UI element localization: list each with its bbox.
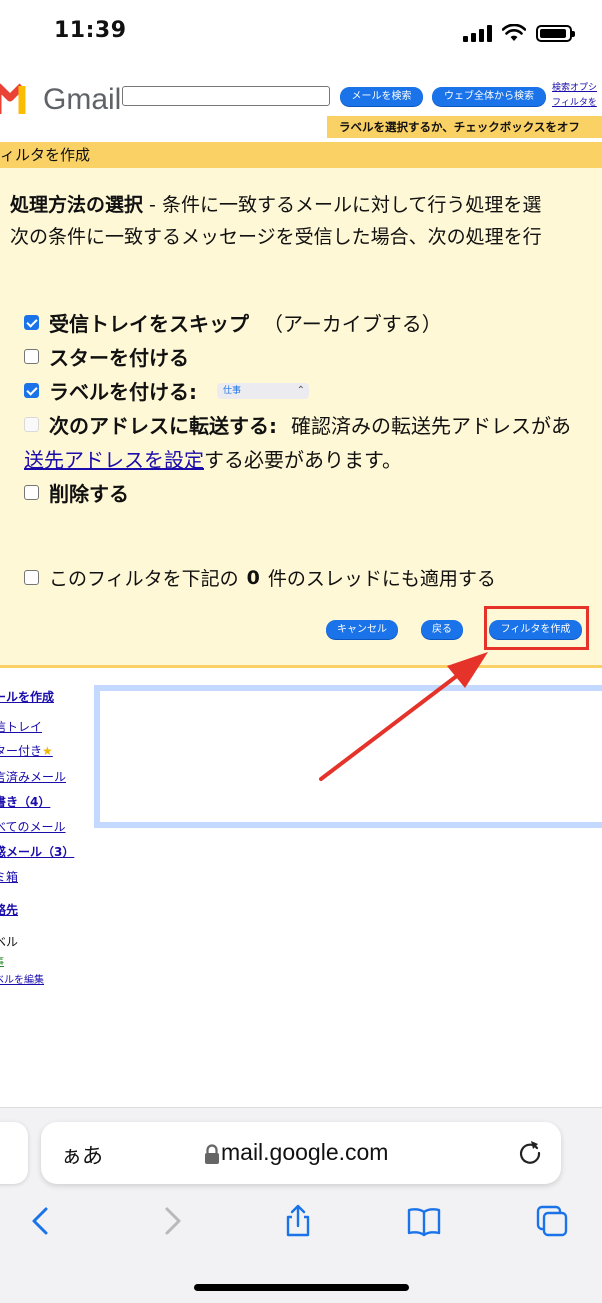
cancel-button[interactable]: キャンセル [326,620,398,639]
reload-icon[interactable] [517,1139,543,1165]
apply-label-checkbox[interactable] [24,383,39,398]
action-heading-rest: - 条件に一致するメールに対して行う処理を選 [143,194,542,216]
apply-count: 0 [246,566,260,589]
bookmarks-icon[interactable] [407,1204,441,1238]
apply-label-label: ラベルを付ける: [49,380,197,404]
forward-icon[interactable] [155,1204,189,1238]
hint-bar: ラベルを選択するか、チェックボックスをオフ [327,116,602,138]
label-work-link[interactable]: 事 [0,953,4,968]
forward-checkbox[interactable] [24,417,39,432]
skip-inbox-label: 受信トレイをスキップ [49,312,249,336]
home-indicator [194,1284,409,1291]
option-skip-inbox[interactable]: 受信トレイをスキップ （アーカイブする） [24,308,442,337]
option-star[interactable]: スターを付ける [24,342,189,371]
apply-existing-option[interactable]: このフィルタを下記の 0 件のスレッドにも適用する [24,564,496,591]
action-heading: 処理方法の選択 - 条件に一致するメールに対して行う処理を選 [10,190,541,217]
url-text: mail.google.com [221,1139,389,1165]
status-icons [463,22,575,44]
message-preview-frame [94,685,602,828]
share-icon[interactable] [281,1204,315,1238]
filter-title-bar: ィルタを作成 [0,142,602,168]
all-mail-link[interactable]: べてのメール [0,818,66,835]
starred-link[interactable]: ター付き★ [0,742,53,759]
address-bar[interactable]: ぁあ mail.google.com [41,1122,561,1184]
gmail-logo-icon [0,83,26,114]
search-web-button[interactable]: ウェブ全体から検索 [432,87,546,106]
sent-link[interactable]: 言済みメール [0,768,66,785]
gmail-wordmark: Gmail [43,83,122,116]
apply-suffix: 件のスレッドにも適用する [267,568,496,590]
back-button[interactable]: 戻る [421,620,463,639]
label-select[interactable]: 仕事 ⌃ [217,382,309,399]
labels-heading: ベル [0,935,19,949]
previous-tab-card[interactable] [0,1122,28,1184]
starred-label: ター付き [0,744,43,758]
highlight-box [484,606,589,650]
star-icon: ★ [42,744,53,758]
filter-panel: 処理方法の選択 - 条件に一致するメールに対して行う処理を選 次の条件に一致する… [0,168,602,668]
skip-inbox-sub: （アーカイブする） [263,312,442,336]
search-input[interactable] [122,86,330,106]
gmail-header: Gmail メールを検索 ウェブ全体から検索 検索オプシ フィルタを ラベルを選… [0,64,602,142]
tabs-icon[interactable] [535,1204,569,1238]
option-apply-label[interactable]: ラベルを付ける: 仕事 ⌃ [24,376,309,405]
delete-label: 削除する [49,482,129,506]
cellular-signal-icon [463,24,492,42]
search-mail-button[interactable]: メールを検索 [340,87,423,106]
option-forward[interactable]: 次のアドレスに転送する: 確認済みの転送先アドレスがあ [24,410,571,439]
compose-link[interactable]: ールを作成 [0,688,54,705]
battery-icon [536,24,575,42]
contacts-link[interactable]: 絡先 [0,901,18,918]
trash-link[interactable]: ミ箱 [0,868,18,885]
safari-bottom-bar: ぁあ mail.google.com [0,1107,602,1303]
skip-inbox-checkbox[interactable] [24,315,39,330]
forward-sub: 確認済みの転送先アドレスがあ [291,414,571,438]
inbox-link[interactable]: 信トレイ [0,718,42,735]
delete-checkbox[interactable] [24,485,39,500]
forward-note-rest: する必要があります。 [204,448,402,472]
chevron-updown-icon: ⌃ [296,384,305,396]
condition-text: 次の条件に一致するメッセージを受信した場合、次の処理を行 [10,226,542,248]
spam-link[interactable]: 惑メール（3） [0,843,74,860]
create-filter-link[interactable]: フィルタを [552,96,597,111]
option-delete[interactable]: 削除する [24,478,129,507]
star-label: スターを付ける [49,346,189,370]
star-checkbox[interactable] [24,349,39,364]
action-heading-bold: 処理方法の選択 [10,194,144,216]
status-time: 11:39 [54,18,127,43]
apply-prefix: このフィルタを下記の [49,568,239,590]
apply-existing-checkbox[interactable] [24,570,39,585]
header-links: 検索オプシ フィルタを [552,81,597,111]
search-options-link[interactable]: 検索オプシ [552,81,597,96]
safari-toolbar [0,1198,602,1248]
back-icon[interactable] [24,1204,58,1238]
label-select-value: 仕事 [223,385,242,396]
forward-note: 送先アドレスを設定する必要があります。 [24,444,402,473]
drafts-link[interactable]: 書き（4） [0,793,50,810]
lock-icon [205,1144,219,1164]
edit-labels-link[interactable]: ベルを編集 [0,971,44,986]
forward-label: 次のアドレスに転送する: [49,414,277,438]
wifi-icon [502,24,526,41]
page-settings-button[interactable]: ぁあ [61,1140,103,1170]
set-forward-address-link[interactable]: 送先アドレスを設定 [24,448,204,472]
status-bar: 11:39 [0,0,602,64]
